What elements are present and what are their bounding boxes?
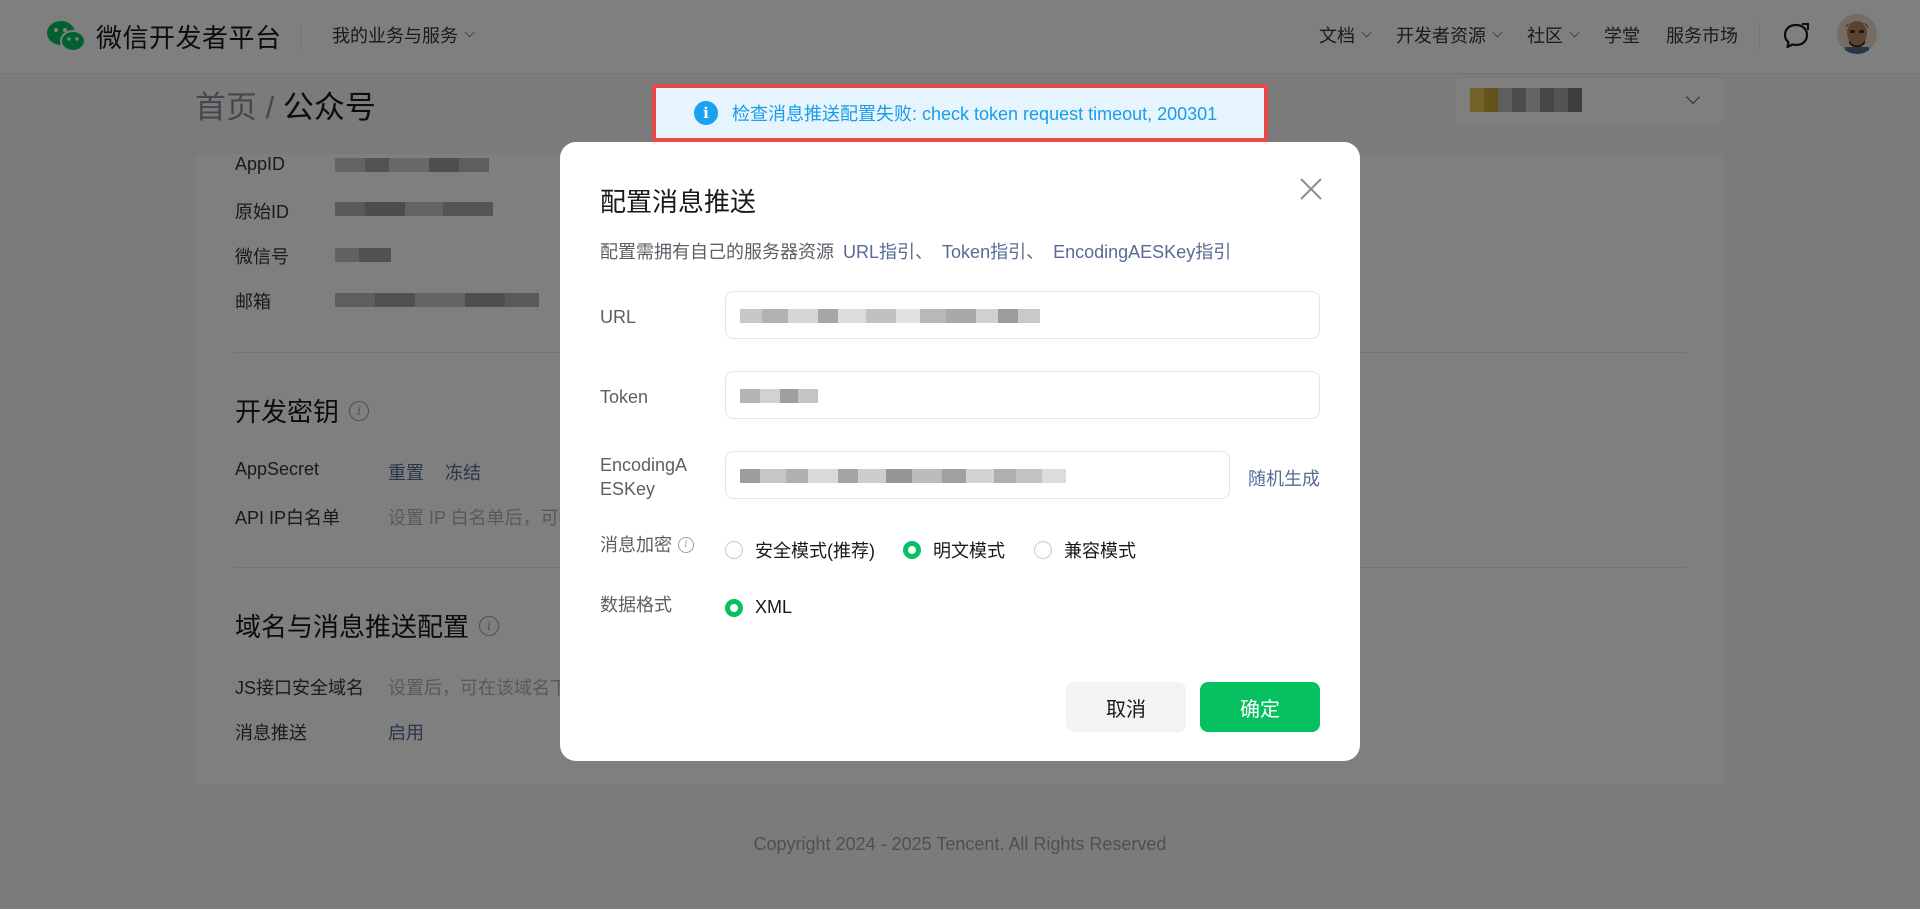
aeskey-label-line2: ESKey — [600, 479, 656, 499]
toast-message: 检查消息推送配置失败: check token request timeout,… — [732, 104, 1218, 124]
radio-compatible-mode[interactable]: 兼容模式 — [1034, 537, 1136, 563]
cancel-button[interactable]: 取消 — [1066, 682, 1186, 732]
aeskey-label-line1: EncodingA — [600, 455, 688, 475]
radio-xml-label: XML — [755, 597, 793, 617]
token-guide-link[interactable]: Token指引、 — [942, 242, 1044, 262]
data-format-label: 数据格式 — [600, 595, 672, 615]
radio-secure-mode[interactable]: 安全模式(推荐) — [725, 537, 875, 563]
message-push-config-dialog: 配置消息推送 配置需拥有自己的服务器资源 URL指引、 Token指引、 Enc… — [560, 142, 1360, 761]
close-icon[interactable] — [1296, 174, 1326, 204]
aeskey-input[interactable] — [725, 451, 1230, 499]
token-label: Token — [600, 387, 649, 407]
token-value-redacted — [740, 389, 818, 403]
dialog-title: 配置消息推送 — [600, 187, 757, 217]
encryption-label-text: 消息加密 — [600, 535, 672, 555]
encryption-label: 消息加密 i — [600, 533, 694, 557]
url-label: URL — [600, 307, 637, 327]
radio-unchecked-icon — [1034, 541, 1052, 559]
dialog-description-text: 配置需拥有自己的服务器资源 — [600, 242, 834, 262]
aeskey-value-redacted — [740, 469, 1066, 483]
url-value-redacted — [740, 309, 1040, 323]
radio-plaintext-mode-label: 明文模式 — [933, 541, 1005, 561]
token-input[interactable] — [725, 371, 1320, 419]
radio-secure-mode-label: 安全模式(推荐) — [755, 541, 875, 561]
aeskey-label: EncodingA ESKey — [600, 453, 687, 501]
error-toast: i 检查消息推送配置失败: check token request timeou… — [652, 84, 1268, 142]
radio-unchecked-icon — [725, 541, 743, 559]
url-guide-link[interactable]: URL指引、 — [843, 242, 933, 262]
url-input[interactable] — [725, 291, 1320, 339]
info-icon[interactable]: i — [678, 537, 694, 553]
radio-checked-icon — [725, 598, 743, 617]
radio-xml-format[interactable]: XML — [725, 597, 792, 618]
dialog-description: 配置需拥有自己的服务器资源 URL指引、 Token指引、 EncodingAE… — [600, 238, 1231, 264]
radio-checked-icon — [903, 541, 921, 559]
random-generate-link[interactable]: 随机生成 — [1248, 465, 1320, 491]
confirm-button[interactable]: 确定 — [1200, 682, 1320, 732]
radio-compatible-mode-label: 兼容模式 — [1064, 541, 1136, 561]
aeskey-guide-link[interactable]: EncodingAESKey指引 — [1053, 242, 1231, 262]
info-icon: i — [694, 101, 718, 125]
radio-plaintext-mode[interactable]: 明文模式 — [903, 537, 1005, 563]
